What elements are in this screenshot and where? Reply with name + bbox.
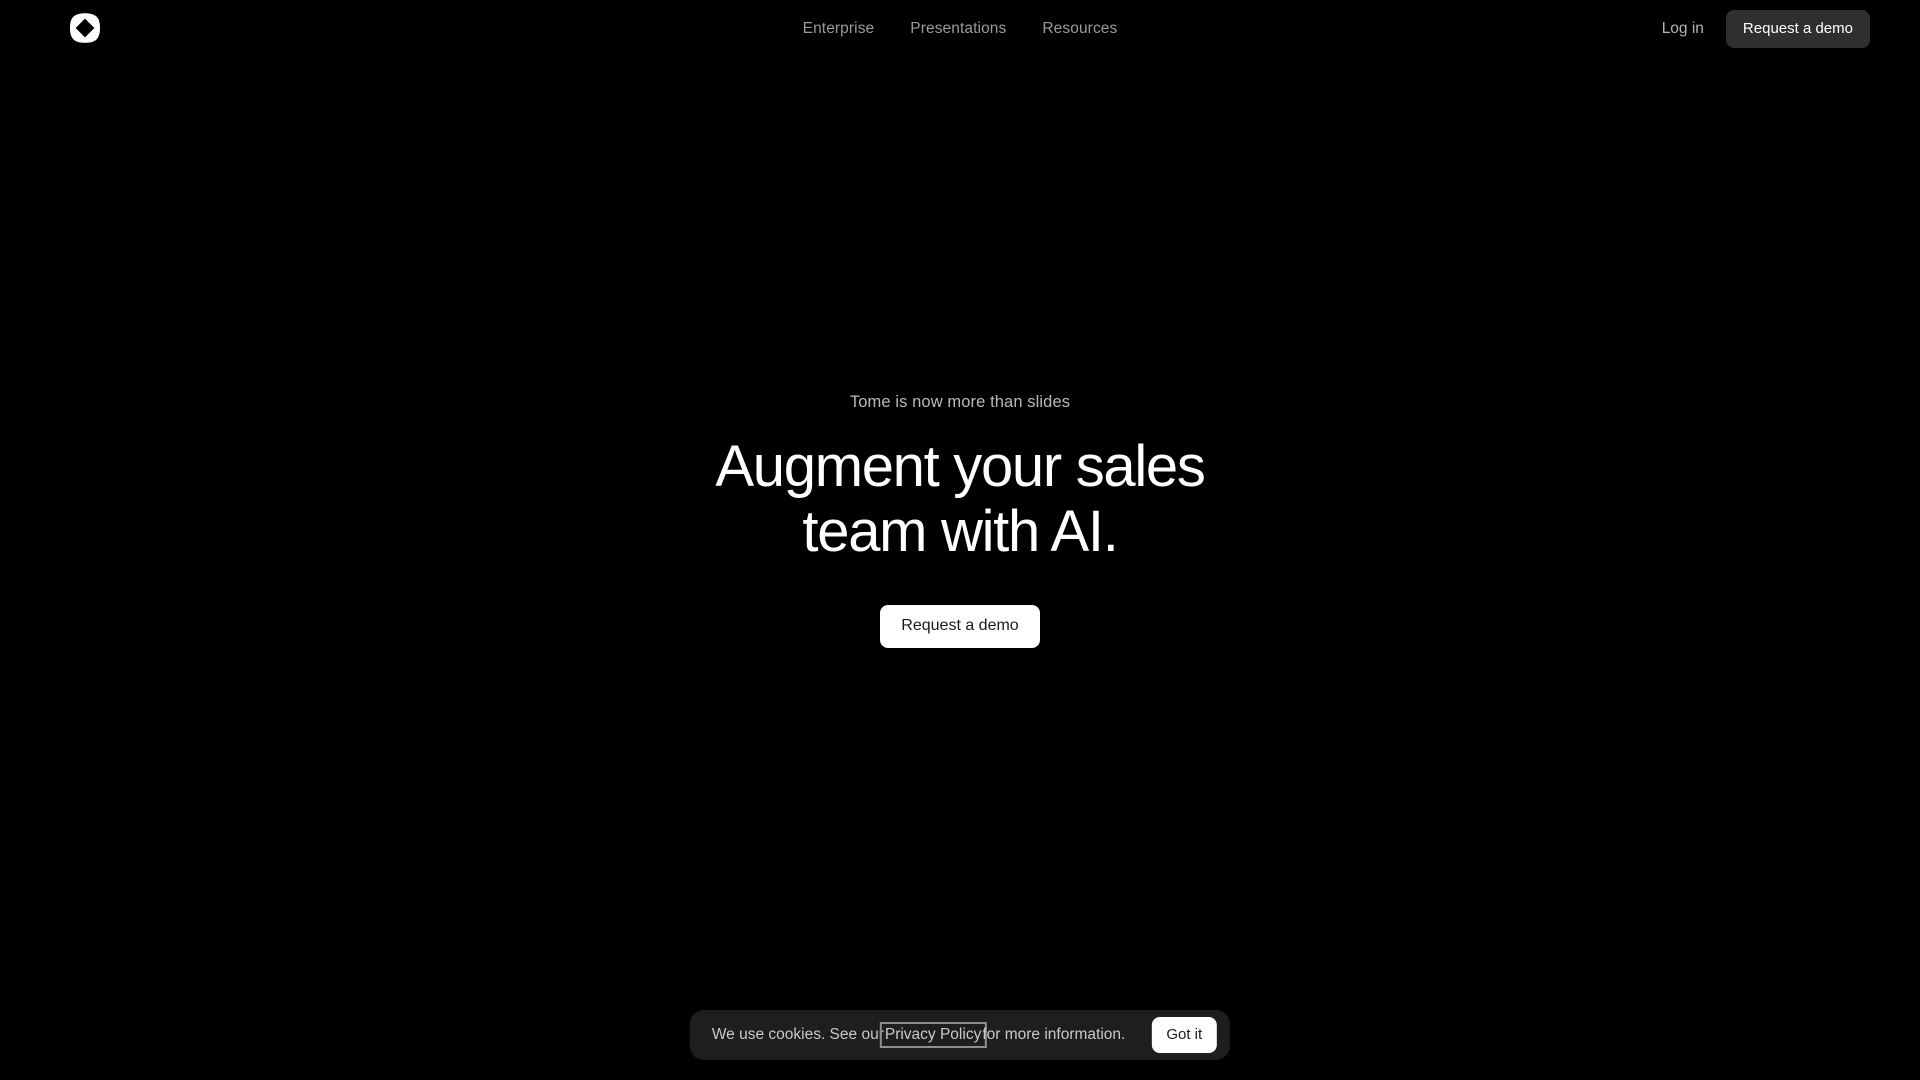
hero-eyebrow: Tome is now more than slides [849, 392, 1071, 411]
cookie-banner-text: We use cookies. See our Privacy Policy f… [711, 1022, 1126, 1048]
hero-request-demo-button[interactable]: Request a demo [880, 605, 1040, 649]
cookie-accept-button[interactable]: Got it [1151, 1017, 1218, 1053]
cookie-text-after: for more information. [982, 1026, 1126, 1044]
cookie-text-before: We use cookies. See our [711, 1026, 884, 1044]
hero-title-line-1: Augment your sales [715, 434, 1206, 500]
hero-title: Augment your sales team with AI. [715, 434, 1206, 565]
privacy-policy-link[interactable]: Privacy Policy [879, 1022, 987, 1048]
hero-title-line-2: team with AI. [802, 499, 1118, 565]
cookie-consent-banner: We use cookies. See our Privacy Policy f… [689, 1010, 1231, 1060]
hero-section: Tome is now more than slides Augment you… [0, 0, 1920, 1080]
